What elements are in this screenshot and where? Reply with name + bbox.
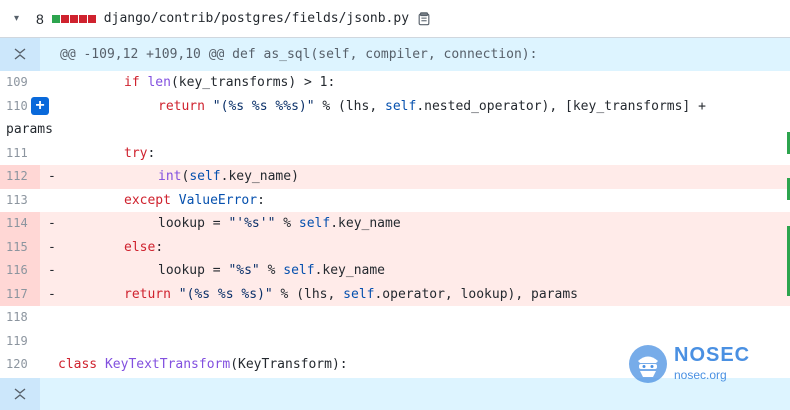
diffstat-block: [60, 14, 69, 23]
nosec-logo-icon: [629, 345, 667, 383]
expand-icon[interactable]: [12, 48, 28, 60]
watermark: NOSEC nosec.org: [628, 344, 768, 390]
watermark-subtitle: nosec.org: [674, 368, 727, 382]
line-number[interactable]: 115: [0, 235, 40, 259]
line-number[interactable]: 114: [0, 212, 40, 236]
change-count: 8: [36, 10, 44, 27]
watermark-title: NOSEC: [674, 344, 751, 366]
keyword: except: [124, 192, 179, 208]
code-text: :: [155, 239, 164, 255]
file-path[interactable]: django/contrib/postgres/fields/jsonb.py: [104, 11, 409, 26]
deletion-marker: -: [48, 239, 56, 255]
self-token: self: [283, 263, 315, 278]
deletion-marker: -: [48, 263, 56, 278]
deletion-marker: -: [48, 286, 56, 302]
keyword: else: [124, 239, 156, 255]
code-line: else:: [124, 236, 163, 260]
code-text: .key_name): [220, 169, 299, 184]
diff-line: 109 if len(key_transforms) > 1:: [0, 71, 790, 95]
string: "'%s'": [228, 216, 276, 231]
code-text: :: [147, 145, 156, 161]
code-text: (key_transforms) > 1:: [170, 75, 336, 90]
chevron-down-icon[interactable]: ▾: [14, 13, 26, 24]
deletion-marker: -: [48, 216, 56, 231]
diff-line-deleted: 117 - return "(%s %s %s)" % (lhs, self.o…: [0, 282, 790, 307]
builtin: len: [147, 75, 171, 90]
code-text: :: [257, 192, 265, 208]
exception-name: ValueError: [178, 192, 258, 208]
builtin: int: [158, 169, 182, 184]
class-name: KeyTextTransform: [104, 357, 231, 372]
hunk-header: @@ -109,12 +109,10 @@ def as_sql(self, c…: [0, 38, 790, 71]
self-token: self: [298, 216, 331, 231]
file-header: ▾ 8 django/contrib/postgres/fields/jsonb…: [0, 0, 790, 38]
code-line: if len(key_transforms) > 1:: [124, 71, 335, 95]
code-text: %: [259, 263, 284, 278]
line-number[interactable]: 117: [0, 282, 40, 306]
hunk-text: @@ -109,12 +109,10 @@ def as_sql(self, c…: [60, 47, 538, 62]
code-wrap: params: [6, 122, 53, 137]
copy-icon[interactable]: [417, 11, 431, 26]
diff-line: 113 except ValueError:: [0, 189, 790, 213]
keyword: class: [58, 357, 105, 372]
code-line: class KeyTextTransform(KeyTransform):: [58, 353, 348, 377]
line-number[interactable]: 111: [0, 142, 40, 166]
line-number[interactable]: 119: [0, 330, 40, 354]
diffstat-block: [87, 14, 96, 23]
expand-icon[interactable]: [12, 388, 28, 400]
code-text: .key_name: [314, 263, 386, 278]
diff-line-deleted: 112 - int(self.key_name): [0, 165, 790, 189]
line-number[interactable]: 120: [0, 353, 40, 377]
line-number[interactable]: 118: [0, 306, 40, 330]
code-line: lookup = "%s" % self.key_name: [158, 259, 385, 283]
self-token: self: [385, 98, 417, 114]
code-text: lookup =: [158, 216, 229, 231]
diffstat-block: [69, 14, 78, 23]
keyword: try: [124, 145, 148, 161]
string: "%s": [228, 263, 260, 278]
line-number[interactable]: 116: [0, 259, 40, 283]
keyword: return: [158, 98, 213, 114]
string: "(%s %s %%s)": [212, 98, 315, 114]
deletion-marker: -: [48, 169, 56, 184]
code-line: lookup = "'%s'" % self.key_name: [158, 212, 401, 236]
diffstat-block: [51, 14, 60, 23]
diff-line-deleted: 116 - lookup = "%s" % self.key_name: [0, 259, 790, 283]
diffstat: [51, 14, 96, 23]
code-text: .key_name: [330, 216, 401, 231]
diff-line-deleted: 115 - else:: [0, 235, 790, 260]
code-line: return "(%s %s %%s)" % (lhs, self.nested…: [158, 95, 706, 119]
code-text: % (lhs,: [272, 286, 344, 302]
line-number[interactable]: 112: [0, 165, 40, 189]
diffstat-block: [78, 14, 87, 23]
line-number[interactable]: 109: [0, 71, 40, 95]
diff-line: 111 try:: [0, 142, 790, 166]
code-text: %: [275, 216, 299, 231]
code-line: return "(%s %s %s)" % (lhs, self.operato…: [124, 283, 578, 307]
code-text: (KeyTransform):: [230, 357, 348, 372]
code-text: lookup =: [158, 263, 229, 278]
code-text: .nested_operator), [key_transforms] +: [416, 98, 706, 114]
code-line: except ValueError:: [124, 189, 265, 213]
diff-line: 118: [0, 306, 790, 330]
diff-line-deleted: 114 - lookup = "'%s'" % self.key_name: [0, 212, 790, 236]
add-comment-button[interactable]: +: [31, 96, 49, 115]
diff-line: 110 + return "(%s %s %%s)" % (lhs, self.…: [0, 95, 790, 142]
self-token: self: [343, 286, 375, 302]
keyword: if: [124, 75, 148, 90]
self-token: self: [189, 169, 221, 184]
line-number[interactable]: 113: [0, 189, 40, 213]
expand-cell[interactable]: [0, 378, 40, 410]
string: "(%s %s %s)": [178, 286, 273, 302]
code-text: % (lhs,: [314, 98, 385, 114]
expand-cell[interactable]: [0, 38, 40, 71]
code-text: .operator, lookup), params: [374, 286, 578, 302]
code-line: try:: [124, 142, 155, 166]
keyword: return: [124, 286, 179, 302]
code-line: int(self.key_name): [158, 165, 299, 189]
